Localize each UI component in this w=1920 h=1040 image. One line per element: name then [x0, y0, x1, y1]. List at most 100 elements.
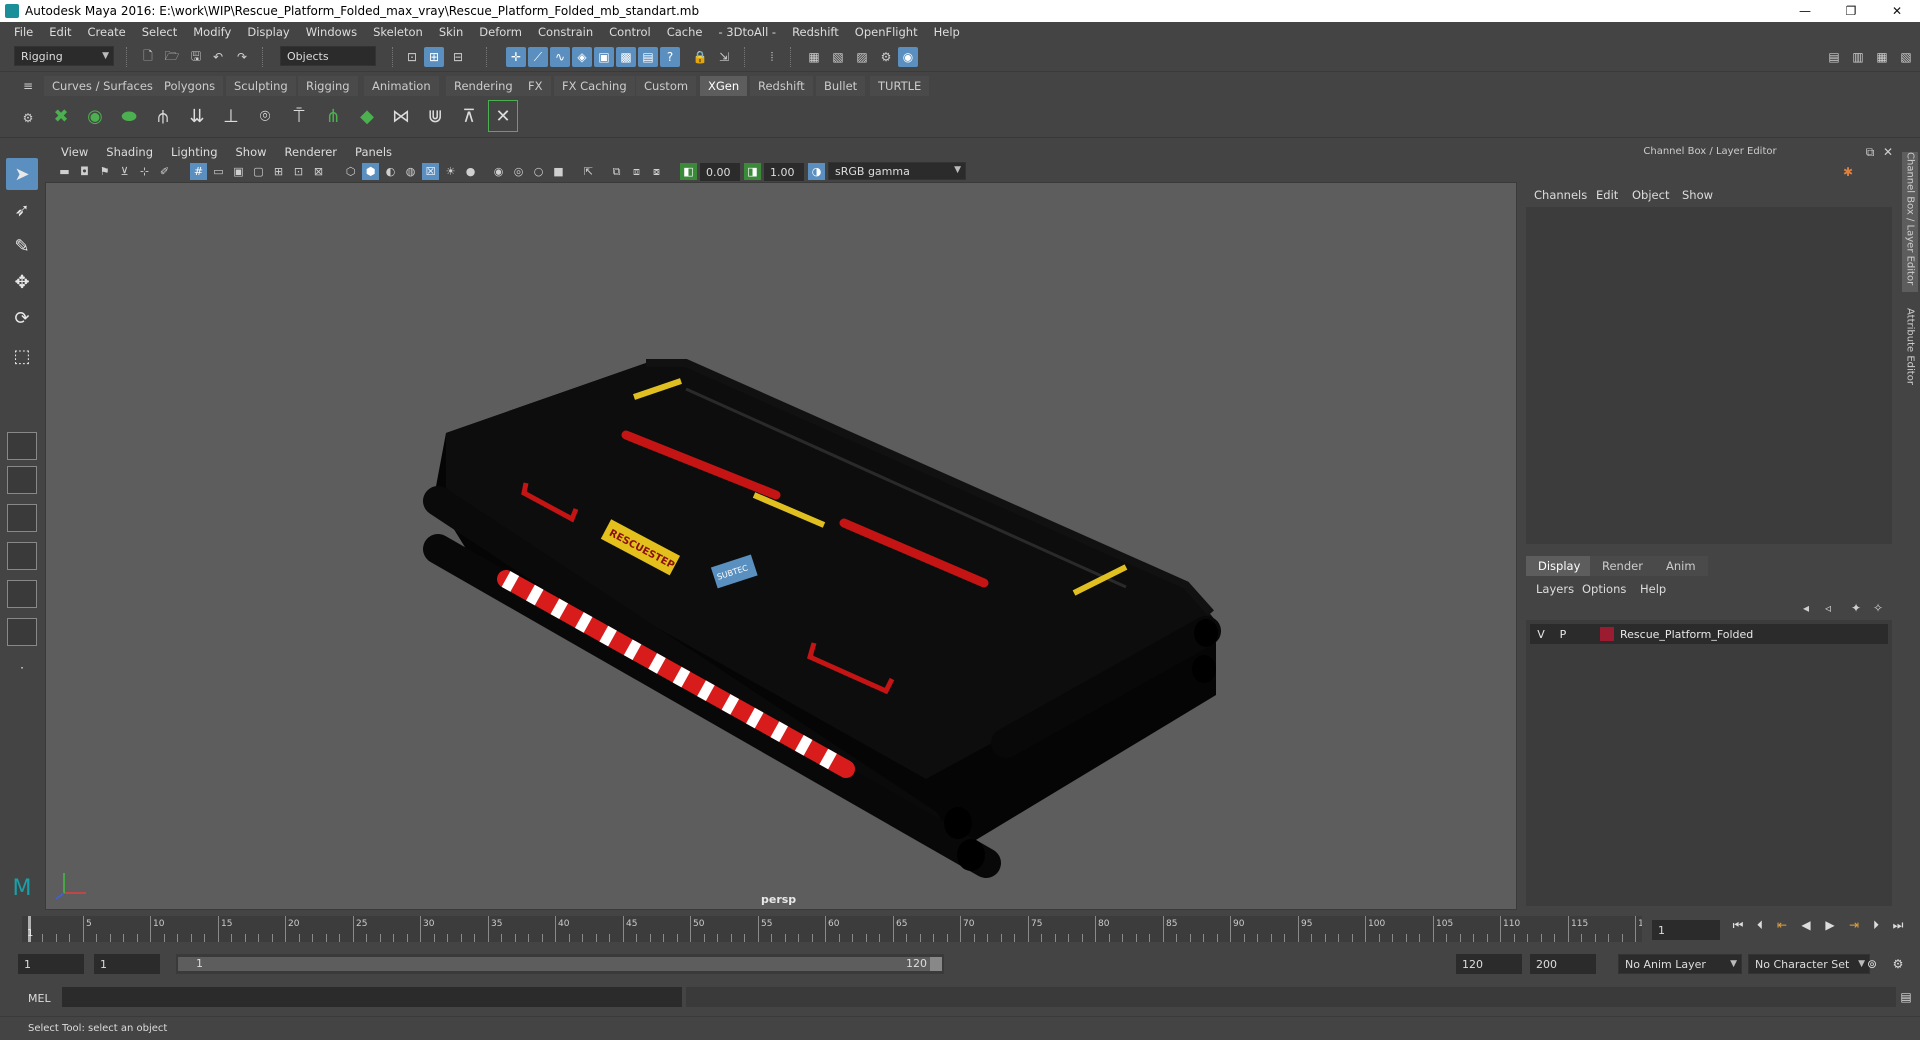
close-panel-icon[interactable]: ✕ — [1878, 142, 1898, 162]
field-chart-icon[interactable]: ⊞ — [270, 163, 287, 180]
tab-anim[interactable]: Anim — [1654, 556, 1708, 576]
go-to-end-icon[interactable]: ⏭ — [1888, 915, 1908, 935]
layer-name[interactable]: Rescue_Platform_Folded — [1620, 628, 1753, 641]
layer-playback-toggle[interactable]: P — [1552, 628, 1574, 641]
four-view-layout-icon[interactable] — [7, 466, 37, 494]
view-transform-dropdown[interactable]: sRGB gamma ▼ — [828, 162, 966, 180]
select-tool-icon[interactable]: ➤ — [6, 158, 38, 190]
auto-key-icon[interactable]: ⊚ — [1862, 954, 1882, 974]
current-frame-field[interactable]: 1 — [1652, 920, 1720, 940]
new-layer-selected-icon[interactable]: ✧ — [1868, 598, 1888, 618]
move-layer-down-icon[interactable]: ◃ — [1818, 598, 1838, 618]
show-menu[interactable]: Show — [1682, 188, 1713, 202]
options-menu[interactable]: Options — [1582, 582, 1626, 596]
menu-create[interactable]: Create — [80, 25, 134, 39]
mask-deformations-icon[interactable]: ▣ — [594, 47, 614, 67]
render-view-icon[interactable]: ▦ — [804, 47, 824, 67]
mask-misc-icon[interactable]: ? — [660, 47, 680, 67]
side-tab-attribute-editor[interactable]: Attribute Editor — [1902, 308, 1918, 398]
time-slider-track[interactable]: 5 10 15 20 25 30 35 40 45 50 55 60 65 70 75 80 85 90 95 100… — [22, 916, 1655, 942]
range-end-handle[interactable] — [930, 957, 942, 971]
mask-rendering-icon[interactable]: ▤ — [638, 47, 658, 67]
render-settings-icon[interactable]: ⚙ — [876, 47, 896, 67]
menu-constrain[interactable]: Constrain — [530, 25, 601, 39]
menu-control[interactable]: Control — [601, 25, 659, 39]
hypershade-layout-icon[interactable] — [7, 580, 37, 608]
step-back-key-icon[interactable]: ⇤ — [1772, 915, 1792, 935]
menu-file[interactable]: File — [6, 25, 41, 39]
lock-selection-icon[interactable]: 🔒 — [690, 47, 710, 67]
new-layer-icon[interactable]: ✦ — [1846, 598, 1866, 618]
shelf-tab-rigging[interactable]: Rigging — [298, 76, 358, 96]
channel-box-options-icon[interactable]: ✱ — [1838, 162, 1858, 182]
xgen-editor-icon[interactable]: ✖ — [46, 100, 76, 132]
shadows-icon[interactable]: ☀ — [442, 163, 459, 180]
image-plane-icon[interactable]: ⊻ — [116, 163, 133, 180]
play-forwards-icon[interactable]: ▶ — [1820, 915, 1840, 935]
new-scene-icon[interactable]: 🗋 — [138, 47, 158, 67]
shelf-menu-icon[interactable]: ≡ — [18, 76, 38, 96]
select-component-icon[interactable]: ⊟ — [448, 47, 468, 67]
xgen-cut-icon[interactable]: ⊼ — [454, 100, 484, 132]
minimize-button[interactable]: — — [1782, 0, 1828, 22]
step-forward-icon[interactable]: ⏵ — [1866, 915, 1886, 935]
playback-start-field[interactable]: 1 — [94, 954, 160, 974]
shelf-tab-xgen[interactable]: XGen — [700, 76, 748, 96]
close-button[interactable]: ✕ — [1874, 0, 1920, 22]
motion-blur-icon[interactable]: ◉ — [490, 163, 507, 180]
save-scene-icon[interactable]: 🖫 — [186, 47, 206, 67]
select-camera-icon[interactable]: ▬ — [56, 163, 73, 180]
gamma-icon[interactable]: ◨ — [744, 163, 761, 180]
restore-button[interactable]: ❐ — [1828, 0, 1874, 22]
select-object-icon[interactable]: ⊞ — [424, 47, 444, 67]
move-layer-up-icon[interactable]: ◂ — [1796, 598, 1816, 618]
exposure-field[interactable]: 0.00 — [700, 163, 740, 181]
grease-pencil-icon[interactable]: ✐ — [156, 163, 173, 180]
animation-preferences-icon[interactable]: ⚙ — [1888, 954, 1908, 974]
two-d-pan-icon[interactable]: ⊹ — [136, 163, 153, 180]
node-editor-layout-icon[interactable] — [7, 618, 37, 646]
rotate-tool-icon[interactable]: ⟳ — [6, 302, 38, 334]
shelf-tab-curves-surfaces[interactable]: Curves / Surfaces — [44, 76, 161, 96]
paint-select-tool-icon[interactable]: ✎ — [6, 230, 38, 262]
playback-end-field[interactable]: 120 — [1456, 954, 1522, 974]
open-scene-icon[interactable]: 🗁 — [162, 47, 182, 67]
menu-windows[interactable]: Windows — [298, 25, 365, 39]
ipr-render-icon[interactable]: ▨ — [852, 47, 872, 67]
toggle-channel-box-icon[interactable]: ▥ — [1848, 47, 1868, 67]
layer-visibility-toggle[interactable]: V — [1530, 628, 1552, 641]
menu-edit[interactable]: Edit — [41, 25, 79, 39]
wireframe-icon[interactable]: ⬡ — [342, 163, 359, 180]
menu-deform[interactable]: Deform — [471, 25, 530, 39]
backface-culling-icon[interactable]: ⧇ — [648, 163, 665, 180]
redo-icon[interactable]: ↷ — [232, 47, 252, 67]
go-to-start-icon[interactable]: ⏮ — [1728, 915, 1748, 935]
smooth-shade-icon[interactable]: ⬢ — [362, 163, 379, 180]
more-layouts-icon[interactable]: ⋅ — [6, 652, 38, 684]
tab-render[interactable]: Render — [1590, 556, 1655, 576]
script-language-toggle[interactable]: MEL — [28, 992, 51, 1005]
xray-active-icon[interactable]: ⧈ — [628, 163, 645, 180]
film-gate-icon[interactable]: ▭ — [210, 163, 227, 180]
menu-help[interactable]: Help — [926, 25, 968, 39]
shelf-tab-bullet[interactable]: Bullet — [816, 76, 866, 96]
float-panel-icon[interactable]: ⧉ — [1860, 142, 1880, 162]
xgen-layers-icon[interactable]: ◆ — [352, 100, 382, 132]
character-set-dropdown[interactable]: No Character Set ▼ — [1748, 954, 1870, 974]
safe-action-icon[interactable]: ⊡ — [290, 163, 307, 180]
menu-select[interactable]: Select — [134, 25, 185, 39]
tab-display[interactable]: Display — [1526, 556, 1593, 576]
selection-mask-dropdown[interactable]: Objects — [280, 46, 376, 66]
layers-menu[interactable]: Layers — [1536, 582, 1574, 596]
viewport-menu-view[interactable]: View — [52, 145, 97, 159]
xray-icon[interactable]: ■ — [550, 163, 567, 180]
shelf-tab-turtle[interactable]: TURTLE — [870, 76, 930, 96]
xgen-move-guides-icon[interactable]: ⇊ — [182, 100, 212, 132]
resolution-gate-icon[interactable]: ▣ — [230, 163, 247, 180]
toggle-tool-settings-icon[interactable]: ▧ — [1896, 47, 1916, 67]
layer-help-menu[interactable]: Help — [1640, 582, 1666, 596]
shelf-tab-redshift[interactable]: Redshift — [750, 76, 813, 96]
play-backwards-icon[interactable]: ◀ — [1796, 915, 1816, 935]
xgen-add-spline-icon[interactable]: ⊥ — [216, 100, 246, 132]
xray-joints-icon[interactable]: ⧉ — [608, 163, 625, 180]
